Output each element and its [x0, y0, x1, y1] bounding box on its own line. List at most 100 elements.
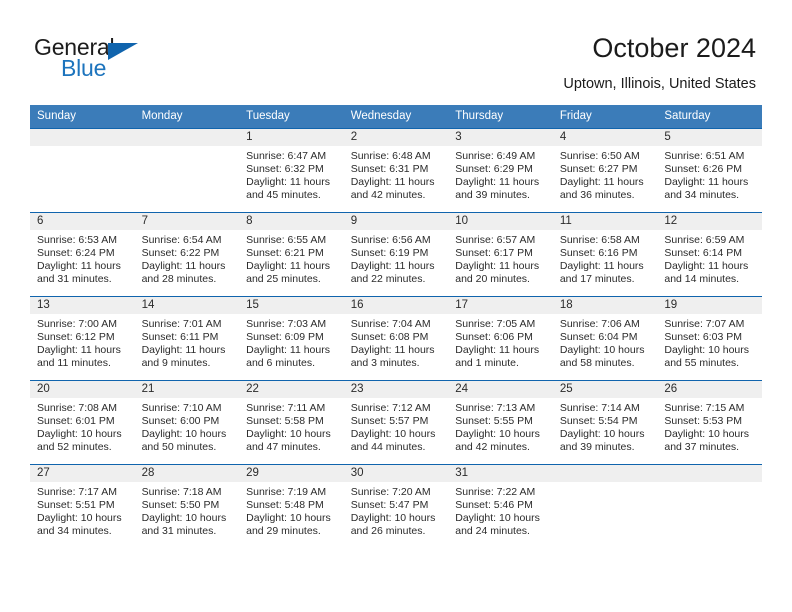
day-details: Sunrise: 7:15 AM Sunset: 5:53 PM Daylight:… [657, 398, 762, 454]
sunrise-text: Sunrise: 6:59 AM [664, 234, 745, 246]
day-details: Sunrise: 6:48 AM Sunset: 6:31 PM Daylight:… [344, 146, 449, 202]
calendar-day-cell[interactable]: 1 Sunrise: 6:47 AM Sunset: 6:32 PM Daylight… [239, 128, 344, 213]
calendar-day-cell[interactable]: 29 Sunrise: 7:19 AM Sunset: 5:48 PM Dayligh… [239, 464, 344, 548]
calendar-day-cell[interactable]: 23 Sunrise: 7:12 AM Sunset: 5:57 PM Dayligh… [343, 380, 449, 465]
brand-triangle-icon [108, 43, 138, 60]
day-number: 13 [30, 297, 135, 314]
calendar-day-cell[interactable]: 8 Sunrise: 6:55 AM Sunset: 6:21 PM Daylight… [239, 212, 344, 297]
sunrise-text: Sunrise: 7:15 AM [664, 402, 745, 414]
sunrise-text: Sunrise: 7:12 AM [350, 402, 431, 414]
calendar-day-cell[interactable]: 12 Sunrise: 6:59 AM Sunset: 6:14 PM Dayligh… [657, 212, 762, 297]
daylight-text: Daylight: 10 hours and 58 minutes. [559, 343, 645, 369]
sunrise-text: Sunrise: 7:18 AM [141, 486, 222, 498]
daylight-text: Daylight: 10 hours and 50 minutes. [141, 427, 227, 453]
calendar-day-cell[interactable]: 27 Sunrise: 7:17 AM Sunset: 5:51 PM Dayligh… [30, 464, 135, 548]
calendar-day-cell[interactable]: 4 Sunrise: 6:50 AM Sunset: 6:27 PM Daylight… [552, 128, 658, 213]
sunrise-text: Sunrise: 6:58 AM [559, 234, 640, 246]
calendar-day-cell[interactable]: 6 Sunrise: 6:53 AM Sunset: 6:24 PM Daylight… [30, 212, 135, 297]
daylight-text: Daylight: 11 hours and 25 minutes. [246, 259, 330, 285]
calendar-week-row: 1 Sunrise: 6:47 AM Sunset: 6:32 PM Daylight… [30, 128, 762, 213]
day-details: Sunrise: 7:06 AM Sunset: 6:04 PM Daylight:… [553, 314, 658, 370]
day-details: Sunrise: 7:12 AM Sunset: 5:57 PM Daylight:… [344, 398, 449, 454]
day-number [134, 129, 240, 146]
day-number: 28 [134, 465, 240, 482]
day-details: Sunrise: 6:54 AM Sunset: 6:22 PM Daylight:… [135, 230, 240, 286]
weekday-header-monday: Monday [134, 105, 240, 129]
calendar-day-cell[interactable]: 13 Sunrise: 7:00 AM Sunset: 6:12 PM Dayligh… [30, 296, 135, 381]
calendar-day-cell[interactable]: 5 Sunrise: 6:51 AM Sunset: 6:26 PM Daylight… [657, 128, 762, 213]
day-number: 5 [657, 129, 762, 146]
calendar-day-cell[interactable]: 30 Sunrise: 7:20 AM Sunset: 5:47 PM Dayligh… [343, 464, 449, 548]
day-details: Sunrise: 6:58 AM Sunset: 6:16 PM Daylight:… [553, 230, 658, 286]
sunrise-text: Sunrise: 7:07 AM [664, 318, 745, 330]
weekday-row: Sunday Monday Tuesday Wednesday Thursday Frid… [30, 105, 762, 129]
sunset-text: Sunset: 5:53 PM [664, 414, 743, 427]
daylight-text: Daylight: 10 hours and 44 minutes. [350, 427, 436, 453]
calendar-day-cell[interactable]: 24 Sunrise: 7:13 AM Sunset: 5:55 PM Dayligh… [448, 380, 553, 465]
daylight-text: Daylight: 10 hours and 26 minutes. [350, 511, 436, 537]
daylight-text: Daylight: 11 hours and 36 minutes. [559, 175, 644, 201]
calendar-day-cell[interactable]: 19 Sunrise: 7:07 AM Sunset: 6:03 PM Dayligh… [657, 296, 762, 381]
sunset-text: Sunset: 6:09 PM [246, 330, 324, 343]
calendar-day-cell[interactable]: 2 Sunrise: 6:48 AM Sunset: 6:31 PM Daylight… [343, 128, 449, 213]
calendar-day-cell[interactable]: 15 Sunrise: 7:03 AM Sunset: 6:09 PM Dayligh… [239, 296, 344, 381]
day-number: 9 [343, 213, 449, 230]
calendar-day-cell[interactable]: 16 Sunrise: 7:04 AM Sunset: 6:08 PM Dayligh… [343, 296, 449, 381]
sunrise-text: Sunrise: 7:17 AM [37, 486, 117, 498]
calendar-day-cell[interactable]: 25 Sunrise: 7:14 AM Sunset: 5:54 PM Dayligh… [552, 380, 658, 465]
daylight-text: Daylight: 10 hours and 42 minutes. [455, 427, 540, 453]
calendar-week-row: 6 Sunrise: 6:53 AM Sunset: 6:24 PM Daylight… [30, 212, 762, 297]
weekday-header-tuesday: Tuesday [239, 105, 344, 129]
daylight-text: Daylight: 10 hours and 52 minutes. [37, 427, 122, 453]
day-number: 17 [448, 297, 553, 314]
calendar-day-cell[interactable]: 17 Sunrise: 7:05 AM Sunset: 6:06 PM Dayligh… [448, 296, 553, 381]
day-number: 20 [30, 381, 135, 398]
day-number: 27 [30, 465, 135, 482]
day-number: 11 [552, 213, 658, 230]
sunrise-text: Sunrise: 7:06 AM [559, 318, 640, 330]
day-number: 4 [552, 129, 658, 146]
sunrise-text: Sunrise: 6:51 AM [664, 150, 745, 162]
calendar-day-cell[interactable]: 9 Sunrise: 6:56 AM Sunset: 6:19 PM Daylight… [343, 212, 449, 297]
daylight-text: Daylight: 11 hours and 6 minutes. [246, 343, 330, 369]
day-details: Sunrise: 6:59 AM Sunset: 6:14 PM Daylight:… [657, 230, 762, 286]
sunrise-text: Sunrise: 6:56 AM [350, 234, 431, 246]
sunset-text: Sunset: 6:19 PM [350, 246, 429, 259]
sunset-text: Sunset: 5:47 PM [350, 498, 429, 511]
sunrise-text: Sunrise: 7:04 AM [350, 318, 431, 330]
sunset-text: Sunset: 6:17 PM [455, 246, 533, 259]
daylight-text: Daylight: 11 hours and 22 minutes. [350, 259, 435, 285]
calendar-day-cell[interactable]: 26 Sunrise: 7:15 AM Sunset: 5:53 PM Dayligh… [657, 380, 762, 465]
calendar-day-cell[interactable]: 7 Sunrise: 6:54 AM Sunset: 6:22 PM Daylight… [134, 212, 240, 297]
day-number: 10 [448, 213, 553, 230]
daylight-text: Daylight: 11 hours and 45 minutes. [246, 175, 330, 201]
sunset-text: Sunset: 6:03 PM [664, 330, 743, 343]
day-number: 29 [239, 465, 344, 482]
daylight-text: Daylight: 10 hours and 47 minutes. [246, 427, 331, 453]
general-blue-logo[interactable]: General Blue [34, 34, 214, 90]
daylight-text: Daylight: 11 hours and 11 minutes. [37, 343, 121, 369]
day-number: 19 [657, 297, 762, 314]
calendar-day-cell[interactable]: 3 Sunrise: 6:49 AM Sunset: 6:29 PM Daylight… [448, 128, 553, 213]
calendar-day-cell[interactable]: 21 Sunrise: 7:10 AM Sunset: 6:00 PM Dayligh… [134, 380, 240, 465]
calendar-cell-empty [552, 464, 658, 548]
day-number: 7 [134, 213, 240, 230]
sunset-text: Sunset: 6:04 PM [559, 330, 638, 343]
calendar-day-cell[interactable]: 22 Sunrise: 7:11 AM Sunset: 5:58 PM Dayligh… [239, 380, 344, 465]
calendar-day-cell[interactable]: 10 Sunrise: 6:57 AM Sunset: 6:17 PM Dayligh… [448, 212, 553, 297]
daylight-text: Daylight: 10 hours and 24 minutes. [455, 511, 540, 537]
day-details: Sunrise: 7:18 AM Sunset: 5:50 PM Daylight:… [135, 482, 240, 538]
sunrise-text: Sunrise: 7:05 AM [455, 318, 536, 330]
calendar-day-cell[interactable]: 28 Sunrise: 7:18 AM Sunset: 5:50 PM Dayligh… [134, 464, 240, 548]
daylight-text: Daylight: 10 hours and 39 minutes. [559, 427, 645, 453]
sunrise-text: Sunrise: 7:19 AM [246, 486, 327, 498]
calendar-day-cell[interactable]: 14 Sunrise: 7:01 AM Sunset: 6:11 PM Dayligh… [134, 296, 240, 381]
day-details: Sunrise: 7:05 AM Sunset: 6:06 PM Daylight:… [448, 314, 553, 370]
sunset-text: Sunset: 6:06 PM [455, 330, 533, 343]
day-details: Sunrise: 6:49 AM Sunset: 6:29 PM Daylight:… [448, 146, 553, 202]
calendar-day-cell[interactable]: 18 Sunrise: 7:06 AM Sunset: 6:04 PM Dayligh… [552, 296, 658, 381]
day-details: Sunrise: 7:17 AM Sunset: 5:51 PM Daylight:… [30, 482, 135, 538]
calendar-day-cell[interactable]: 11 Sunrise: 6:58 AM Sunset: 6:16 PM Dayligh… [552, 212, 658, 297]
calendar-day-cell[interactable]: 31 Sunrise: 7:22 AM Sunset: 5:46 PM Dayligh… [448, 464, 553, 548]
calendar-day-cell[interactable]: 20 Sunrise: 7:08 AM Sunset: 6:01 PM Dayligh… [30, 380, 135, 465]
